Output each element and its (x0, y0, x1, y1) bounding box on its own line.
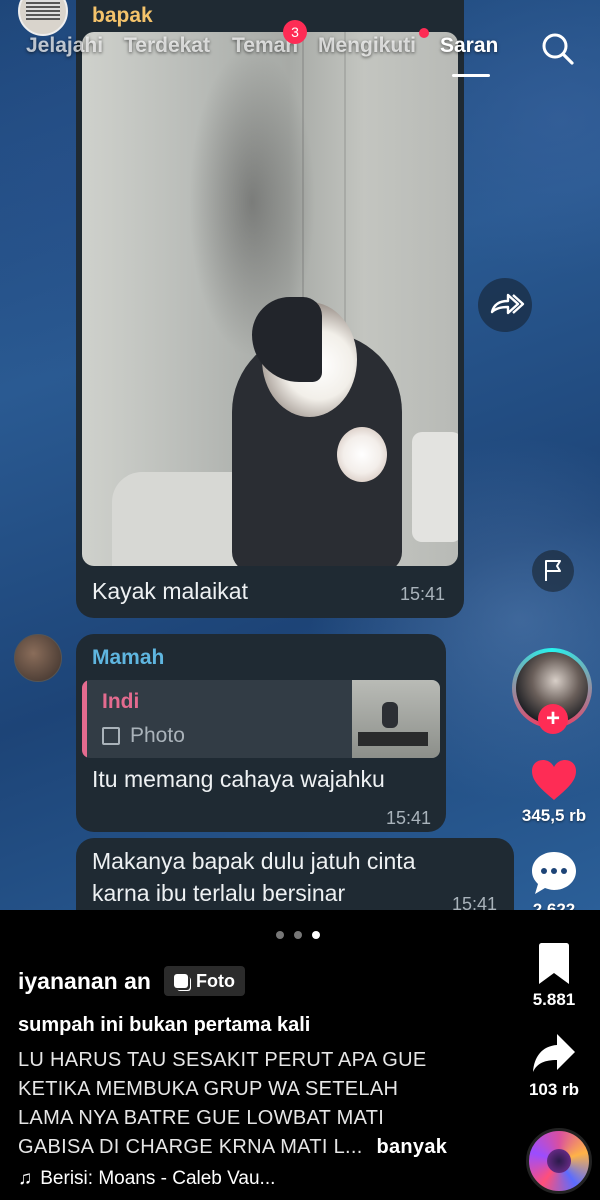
description-line: KETIKA MEMBUKA GRUP WA SETELAH (18, 1078, 399, 1100)
heart-icon (532, 760, 576, 800)
photo-stack-icon (174, 974, 188, 988)
search-icon (542, 33, 574, 65)
quote-name: Indi (102, 690, 140, 713)
carousel-indicator (276, 931, 320, 939)
follow-button[interactable]: + (538, 704, 568, 734)
post-title: sumpah ini bukan pertama kali (18, 1014, 311, 1036)
message-time: 15:41 (400, 584, 446, 604)
photo-icon (102, 727, 120, 745)
author-username[interactable]: iyananan an (18, 968, 151, 995)
tab-terdekat[interactable]: Terdekat (124, 34, 210, 58)
search-button[interactable] (538, 30, 578, 70)
comment-count: 2.622 (532, 900, 576, 910)
sender-name: Mamah (92, 646, 165, 669)
like-count: 345,5 rb (521, 806, 587, 825)
music-disc[interactable] (526, 1128, 592, 1194)
post-info-panel: iyananan an Foto sumpah ini bukan pertam… (0, 910, 600, 1200)
music-title: Berisi: Moans - Caleb Vau... (40, 1168, 276, 1189)
tab-jelajahi[interactable]: Jelajahi (26, 34, 103, 58)
description-line: LAMA NYA BATRE GUE LOWBAT MATI (18, 1107, 385, 1129)
carousel-dot (294, 931, 302, 939)
share-count: 103 rb (528, 1080, 580, 1099)
bookmark-icon (539, 943, 569, 984)
carousel-dot-active (312, 931, 320, 939)
message-time: 15:41 (386, 808, 432, 828)
message-time: 15:41 (452, 894, 498, 910)
music-note-icon: ♫ (18, 1168, 33, 1189)
carousel-dot (276, 931, 284, 939)
quote-thumbnail (352, 680, 440, 758)
flag-icon (545, 560, 561, 581)
forward-arrows-icon (490, 293, 525, 315)
message-bubble-3: Makanya bapak dulu jatuh cinta karna ibu… (76, 838, 514, 910)
message-text-line1: Makanya bapak dulu jatuh cinta (92, 848, 416, 874)
mamah-avatar (14, 634, 62, 682)
description-line: GABISA DI CHARGE KRNA MATI L... (18, 1136, 363, 1158)
comment-icon (532, 852, 576, 894)
report-button[interactable] (532, 550, 574, 592)
tab-mengikuti[interactable]: Mengikuti (318, 34, 416, 58)
share-button[interactable]: 103 rb (509, 1032, 599, 1100)
quote-type: Photo (130, 724, 185, 747)
message-caption: Kayak malaikat (92, 578, 248, 604)
post-type-label: Foto (196, 970, 235, 991)
plus-icon: + (545, 705, 560, 732)
quoted-message[interactable]: Indi Photo (82, 680, 440, 758)
active-tab-indicator (452, 74, 490, 77)
comment-button[interactable]: 2.622 (509, 850, 599, 910)
unread-dot (419, 28, 429, 38)
see-more-link[interactable]: banyak (376, 1136, 447, 1158)
like-button[interactable]: 345,5 rb (509, 758, 599, 826)
message-bubble-bapak: bapak Kayak malaikat 15:41 (76, 0, 464, 618)
description-line: LU HARUS TAU SESAKIT PERUT APA GUE (18, 1049, 427, 1071)
save-count: 5.881 (532, 990, 576, 1009)
top-tab-bar: Jelajahi Terdekat Teman 3 Mengikuti Sara… (0, 20, 600, 77)
message-bubble-mamah: Mamah Indi Photo Itu memang cahaya wajah… (76, 634, 446, 832)
sender-name: bapak (92, 4, 153, 27)
forward-button[interactable] (478, 278, 532, 332)
message-text: Itu memang cahaya wajahku (92, 766, 385, 792)
feed-background: bapak Kayak malaikat 15:41 Mamah Indi Ph… (0, 0, 600, 910)
save-button[interactable]: 5.881 (509, 942, 599, 1010)
message-text-line2: karna ibu terlalu bersinar (92, 880, 346, 906)
post-description[interactable]: LU HARUS TAU SESAKIT PERUT APA GUE KETIK… (18, 1046, 447, 1162)
message-photo[interactable] (82, 32, 458, 566)
music-info[interactable]: ♫ Berisi: Moans - Caleb Vau... (18, 1168, 275, 1190)
share-arrow-icon (533, 1034, 575, 1072)
tab-saran[interactable]: Saran (440, 34, 498, 58)
post-type-tag: Foto (164, 966, 245, 996)
notification-badge: 3 (283, 20, 307, 44)
